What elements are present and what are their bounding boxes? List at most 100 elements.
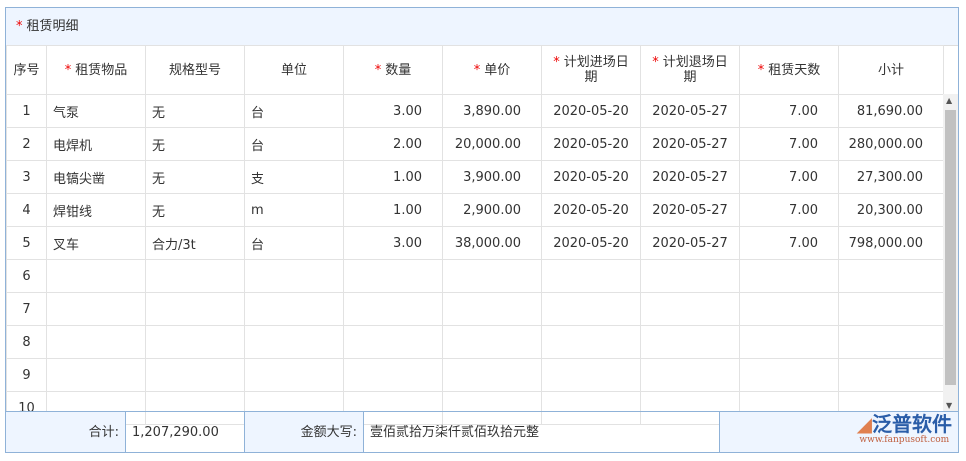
table-cell[interactable]: 台 (244, 127, 344, 161)
table-cell[interactable] (442, 358, 542, 392)
table-cell[interactable] (838, 259, 944, 293)
column-header: * 租赁天数 (739, 45, 839, 95)
table-cell[interactable] (442, 259, 542, 293)
table-cell[interactable] (442, 325, 542, 359)
table-cell[interactable] (640, 292, 740, 326)
table-cell[interactable]: 2020-05-27 (640, 193, 740, 227)
table-cell[interactable]: 7.00 (739, 226, 839, 260)
scrollbar-thumb[interactable] (945, 110, 956, 385)
table-row[interactable]: 3 电镐尖凿无支 1.00 3,900.00 2020-05-20 2020-05-27 7… (6, 160, 944, 194)
table-cell[interactable]: 798,000.00 (838, 226, 944, 260)
logo-name: 泛普软件 (872, 412, 952, 436)
table-cell[interactable]: 2020-05-20 (541, 226, 641, 260)
table-cell[interactable] (145, 292, 245, 326)
scroll-up-icon[interactable]: ▲ (946, 96, 952, 105)
table-cell[interactable]: 2020-05-27 (640, 160, 740, 194)
table-cell[interactable]: m (244, 193, 344, 227)
table-cell[interactable]: 2020-05-27 (640, 94, 740, 128)
table-cell[interactable] (46, 259, 146, 293)
table-cell[interactable]: 3,900.00 (442, 160, 542, 194)
table-cell[interactable]: 无 (145, 193, 245, 227)
table-cell[interactable]: 无 (145, 94, 245, 128)
table-cell[interactable]: 台 (244, 226, 344, 260)
table-cell[interactable]: 叉车 (46, 226, 146, 260)
table-cell[interactable]: 3.00 (343, 226, 443, 260)
table-row[interactable]: 2 电焊机无台 2.00 20,000.00 2020-05-20 2020-05-27 7… (6, 127, 944, 161)
table-cell[interactable]: 2020-05-20 (541, 94, 641, 128)
table-cell[interactable] (145, 325, 245, 359)
table-cell[interactable] (739, 259, 839, 293)
table-cell[interactable] (145, 259, 245, 293)
table-cell[interactable] (343, 292, 443, 326)
table-cell[interactable] (739, 325, 839, 359)
table-cell[interactable]: 3.00 (343, 94, 443, 128)
table-cell[interactable]: 7.00 (739, 160, 839, 194)
table-cell[interactable]: 3,890.00 (442, 94, 542, 128)
table-cell[interactable] (640, 358, 740, 392)
table-cell[interactable] (739, 292, 839, 326)
table-cell[interactable]: 27,300.00 (838, 160, 944, 194)
column-header-label: 计划退场日期 (662, 55, 728, 85)
table-cell[interactable]: 1.00 (343, 160, 443, 194)
table-cell[interactable]: 支 (244, 160, 344, 194)
table-cell[interactable] (640, 259, 740, 293)
table-cell[interactable] (343, 259, 443, 293)
table-cell[interactable]: 台 (244, 94, 344, 128)
table-cell[interactable] (838, 292, 944, 326)
table-cell: 3 (6, 160, 47, 194)
table-cell[interactable] (541, 292, 641, 326)
table-cell[interactable]: 20,300.00 (838, 193, 944, 227)
table-cell[interactable]: 1.00 (343, 193, 443, 227)
column-header: * 单价 (442, 45, 542, 95)
table-cell[interactable] (145, 358, 245, 392)
table-cell[interactable]: 2020-05-27 (640, 226, 740, 260)
table-cell[interactable]: 无 (145, 160, 245, 194)
table-cell[interactable] (541, 325, 641, 359)
table-cell[interactable] (640, 325, 740, 359)
table-cell[interactable]: 2020-05-20 (541, 193, 641, 227)
column-header-label: 数量 (385, 62, 412, 78)
table-cell[interactable]: 2020-05-27 (640, 127, 740, 161)
table-cell[interactable]: 2020-05-20 (541, 127, 641, 161)
table-cell[interactable]: 20,000.00 (442, 127, 542, 161)
table-row[interactable]: 1 气泵无台 3.00 3,890.00 2020-05-20 2020-05-27 7.0… (6, 94, 944, 128)
table-cell[interactable] (244, 292, 344, 326)
table-cell[interactable]: 无 (145, 127, 245, 161)
table-cell[interactable]: 7.00 (739, 193, 839, 227)
table-cell[interactable] (244, 259, 344, 293)
table-cell[interactable]: 焊钳线 (46, 193, 146, 227)
table-cell[interactable] (838, 358, 944, 392)
table-cell[interactable]: 2.00 (343, 127, 443, 161)
table-cell[interactable] (343, 325, 443, 359)
table-cell[interactable]: 7.00 (739, 94, 839, 128)
table-cell[interactable] (739, 358, 839, 392)
table-cell[interactable]: 2,900.00 (442, 193, 542, 227)
table-cell[interactable]: 电镐尖凿 (46, 160, 146, 194)
table-cell[interactable]: 2020-05-20 (541, 160, 641, 194)
scroll-down-icon[interactable]: ▼ (946, 401, 952, 410)
table-cell[interactable]: 合力/3t (145, 226, 245, 260)
table-cell[interactable] (244, 325, 344, 359)
table-row[interactable]: 4 焊钳线无 m 1.00 2,900.00 2020-05-20 2020-05-27 7.… (6, 193, 944, 227)
table-row[interactable]: 7 (6, 292, 944, 326)
table-cell[interactable]: 81,690.00 (838, 94, 944, 128)
table-cell[interactable] (541, 358, 641, 392)
table-cell[interactable] (46, 292, 146, 326)
table-row[interactable]: 5 叉车 合力/3t 台 3.00 38,000.00 2020-05-20 2020-05-… (6, 226, 944, 260)
table-row[interactable]: 9 (6, 358, 944, 392)
table-cell[interactable] (244, 358, 344, 392)
table-cell[interactable] (541, 259, 641, 293)
table-row[interactable]: 8 (6, 325, 944, 359)
table-cell[interactable] (46, 325, 146, 359)
table-cell[interactable] (343, 358, 443, 392)
table-cell[interactable] (838, 325, 944, 359)
table-cell[interactable]: 气泵 (46, 94, 146, 128)
table-cell[interactable] (442, 292, 542, 326)
table-cell[interactable]: 38,000.00 (442, 226, 542, 260)
table-cell[interactable]: 7.00 (739, 127, 839, 161)
vertical-scrollbar[interactable]: ▲ ▼ (943, 94, 958, 412)
table-cell[interactable]: 280,000.00 (838, 127, 944, 161)
table-row[interactable]: 6 (6, 259, 944, 293)
table-cell[interactable]: 电焊机 (46, 127, 146, 161)
table-cell[interactable] (46, 358, 146, 392)
